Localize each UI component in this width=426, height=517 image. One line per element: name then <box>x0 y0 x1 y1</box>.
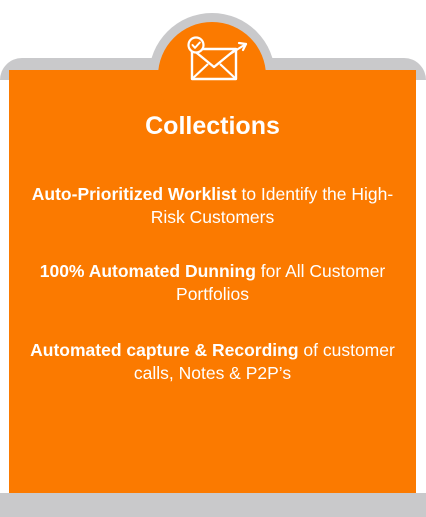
email-check-icon <box>184 36 252 88</box>
collections-card-stage: Collections Auto-Prioritized Worklist to… <box>0 0 426 517</box>
feature-bold-text: 100% Automated Dunning <box>39 261 256 281</box>
feature-bold-text: Automated capture & Recording <box>30 340 299 360</box>
card-bottom-frame <box>0 493 426 517</box>
feature-item: Automated capture & Recording of custome… <box>20 339 405 385</box>
feature-item: Auto-Prioritized Worklist to Identify th… <box>20 183 405 229</box>
feature-item: 100% Automated Dunning for All Customer … <box>20 260 405 306</box>
feature-bold-text: Auto-Prioritized Worklist <box>31 184 237 204</box>
card-title: Collections <box>145 112 280 140</box>
